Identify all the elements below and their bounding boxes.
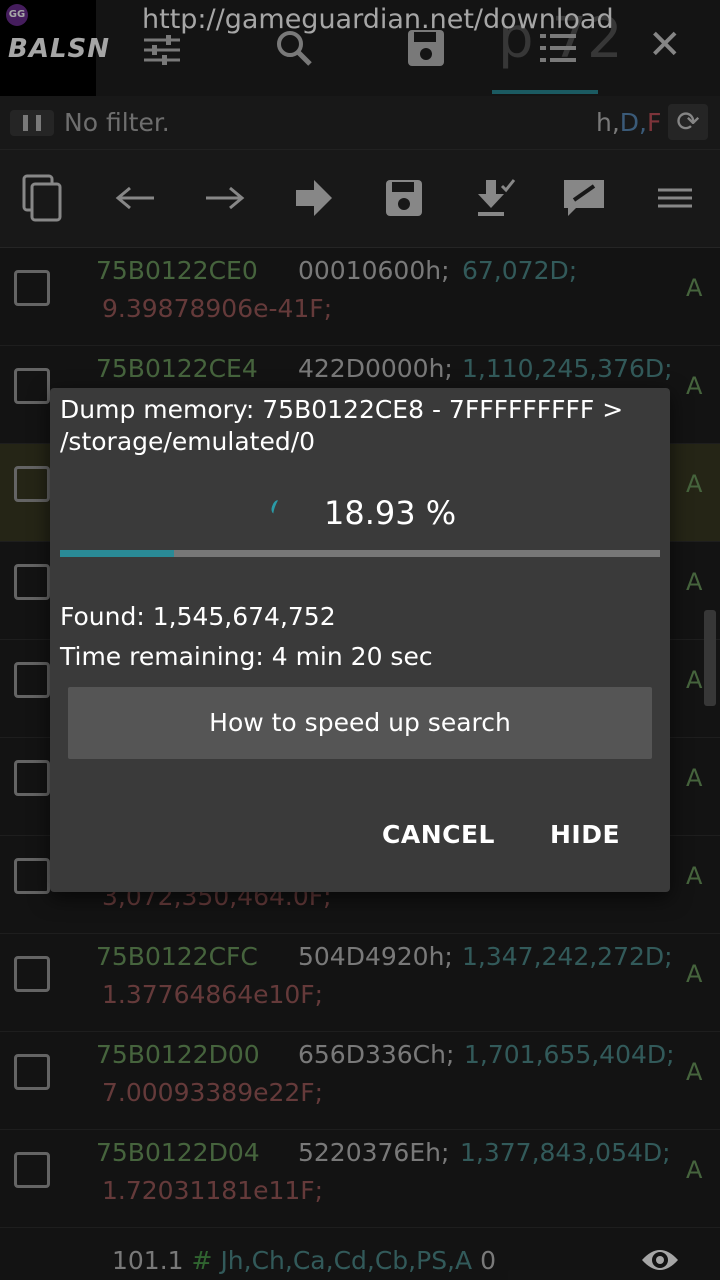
progress-bar [60, 550, 660, 557]
dialog-title: Dump memory: 75B0122CE8 - 7FFFFFFFFF > /… [60, 395, 624, 456]
speed-up-search-button[interactable]: How to speed up search [68, 687, 652, 759]
found-count: Found: 1,545,674,752 [60, 602, 336, 631]
dump-memory-dialog: Dump memory: 75B0122CE8 - 7FFFFFFFFF > /… [50, 388, 670, 892]
loading-spinner-icon [269, 499, 283, 515]
progress-percent: 18.93 % [324, 494, 457, 532]
cancel-button[interactable]: CANCEL [382, 820, 495, 849]
time-remaining: Time remaining: 4 min 20 sec [60, 642, 433, 671]
progress-bar-fill [60, 550, 174, 557]
hide-button[interactable]: HIDE [550, 820, 620, 849]
